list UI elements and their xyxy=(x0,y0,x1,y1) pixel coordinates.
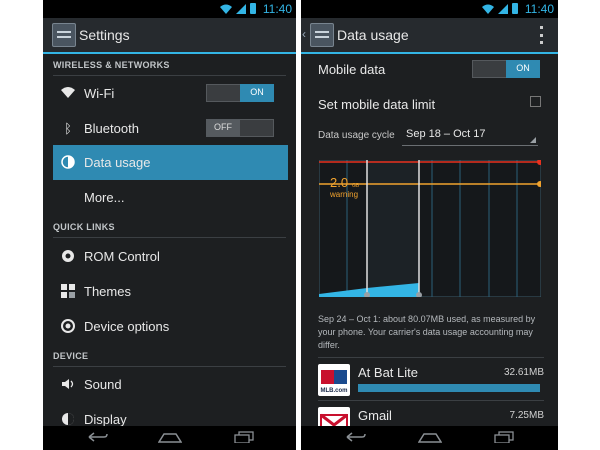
mlb-app-icon: MLB.com xyxy=(318,364,350,396)
app-usage-bar xyxy=(358,384,540,392)
action-bar: ‹ Data usage xyxy=(301,18,558,54)
themes-icon xyxy=(60,284,76,300)
page-title: Settings xyxy=(79,27,130,43)
cycle-value: Sep 18 – Oct 17 xyxy=(406,128,486,140)
settings-item-data-usage[interactable]: Data usage xyxy=(53,145,288,180)
cell-signal-icon xyxy=(236,3,246,14)
settings-item-label: Display xyxy=(84,412,127,427)
section-header-device: DEVICE xyxy=(53,345,286,367)
data-usage-screen: 11:40 ‹ Data usage Mobile data ON Set mo… xyxy=(301,0,558,450)
chart-frame xyxy=(319,160,541,297)
mobile-data-toggle[interactable]: ON xyxy=(472,60,540,78)
battery-icon xyxy=(250,3,256,14)
settings-item-label: Wi-Fi xyxy=(84,86,115,101)
back-button-icon[interactable] xyxy=(345,430,367,446)
device-options-icon xyxy=(60,319,76,335)
settings-item-device-options[interactable]: Device options xyxy=(53,309,288,344)
settings-item-label: Sound xyxy=(84,377,122,392)
settings-screen: 11:40 Settings WIRELESS & NETWORKS Wi-Fi… xyxy=(43,0,296,450)
data-limit-label: Set mobile data limit xyxy=(318,97,436,112)
app-data-size: 7.25MB xyxy=(509,410,544,421)
wifi-icon xyxy=(60,86,76,102)
nav-bar xyxy=(43,426,296,450)
data-usage-icon xyxy=(60,155,76,171)
overflow-menu-icon[interactable] xyxy=(540,26,544,44)
cell-signal-icon xyxy=(498,3,508,14)
action-bar: Settings xyxy=(43,18,296,54)
settings-item-themes[interactable]: Themes xyxy=(53,274,288,309)
settings-item-more[interactable]: More... xyxy=(53,180,288,215)
app-name: Gmail xyxy=(358,408,392,423)
usage-note: Sep 24 – Oct 1: about 80.07MB used, as m… xyxy=(318,314,536,350)
battery-icon xyxy=(512,3,518,14)
data-limit-row[interactable]: Set mobile data limit xyxy=(318,97,544,112)
mobile-data-label: Mobile data xyxy=(318,62,386,77)
home-button-icon[interactable] xyxy=(157,430,183,446)
wifi-signal-icon xyxy=(220,4,232,14)
rom-control-icon xyxy=(60,249,76,265)
home-button-icon[interactable] xyxy=(417,430,443,446)
svg-text:MLB.com: MLB.com xyxy=(321,388,348,394)
toggle-state: ON xyxy=(506,60,540,78)
clock: 11:40 xyxy=(262,2,292,16)
page-title: Data usage xyxy=(337,27,409,43)
toggle-state: OFF xyxy=(206,119,240,137)
settings-item-label: More... xyxy=(84,190,125,205)
settings-item-label: Bluetooth xyxy=(84,121,139,136)
toggle-state: ON xyxy=(240,84,274,102)
wifi-toggle[interactable]: ON xyxy=(206,84,274,102)
wifi-signal-icon xyxy=(482,4,494,14)
bluetooth-toggle[interactable]: OFF xyxy=(206,119,274,137)
up-navigation-icon[interactable]: ‹ xyxy=(302,27,306,41)
status-bar: 11:40 xyxy=(301,0,558,18)
settings-item-rom-control[interactable]: ROM Control xyxy=(53,239,288,274)
cycle-label: Data usage cycle xyxy=(318,130,395,141)
sound-icon xyxy=(60,377,76,393)
settings-item-wifi[interactable]: Wi-Fi ON xyxy=(53,76,288,111)
settings-item-label: Themes xyxy=(84,284,131,299)
settings-item-label: Data usage xyxy=(84,155,151,170)
usage-chart[interactable]: 2.0 GB warning xyxy=(319,160,541,297)
clock: 11:40 xyxy=(524,2,554,16)
settings-item-bluetooth[interactable]: ᛒ Bluetooth OFF xyxy=(53,111,288,146)
warning-label: warning xyxy=(329,190,358,199)
recent-apps-button-icon[interactable] xyxy=(493,430,515,446)
cycle-dropdown[interactable]: Sep 18 – Oct 17 xyxy=(402,124,538,146)
warning-value: 2.0 xyxy=(330,175,348,190)
section-header-wireless: WIRELESS & NETWORKS xyxy=(53,54,286,76)
settings-app-icon[interactable] xyxy=(310,23,334,47)
settings-app-icon xyxy=(52,23,76,47)
app-usage-row-at-bat[interactable]: MLB.com At Bat Lite 32.61MB xyxy=(318,357,544,400)
bluetooth-icon: ᛒ xyxy=(64,121,72,136)
app-name: At Bat Lite xyxy=(358,365,418,380)
recent-apps-button-icon[interactable] xyxy=(233,430,255,446)
back-button-icon[interactable] xyxy=(87,430,109,446)
warning-unit: GB xyxy=(352,183,360,189)
app-data-size: 32.61MB xyxy=(503,367,544,378)
selected-range xyxy=(367,160,419,297)
settings-item-sound[interactable]: Sound xyxy=(53,367,288,402)
settings-item-label: Device options xyxy=(84,319,170,334)
data-limit-checkbox[interactable] xyxy=(530,96,541,107)
nav-bar xyxy=(301,426,558,450)
settings-item-label: ROM Control xyxy=(84,249,160,264)
section-header-quick-links: QUICK LINKS xyxy=(53,216,286,238)
status-bar: 11:40 xyxy=(43,0,296,18)
